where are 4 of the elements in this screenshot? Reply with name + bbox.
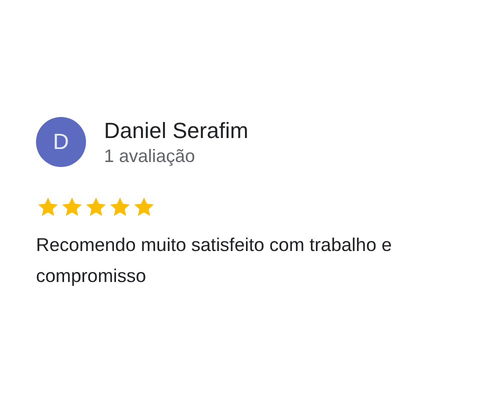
avatar: D	[36, 117, 86, 167]
author-name: Daniel Serafim	[104, 118, 248, 144]
review-count: 1 avaliação	[104, 145, 196, 168]
review-text: Recomendo muito satisfeito com trabalho e compromisso	[36, 233, 393, 288]
